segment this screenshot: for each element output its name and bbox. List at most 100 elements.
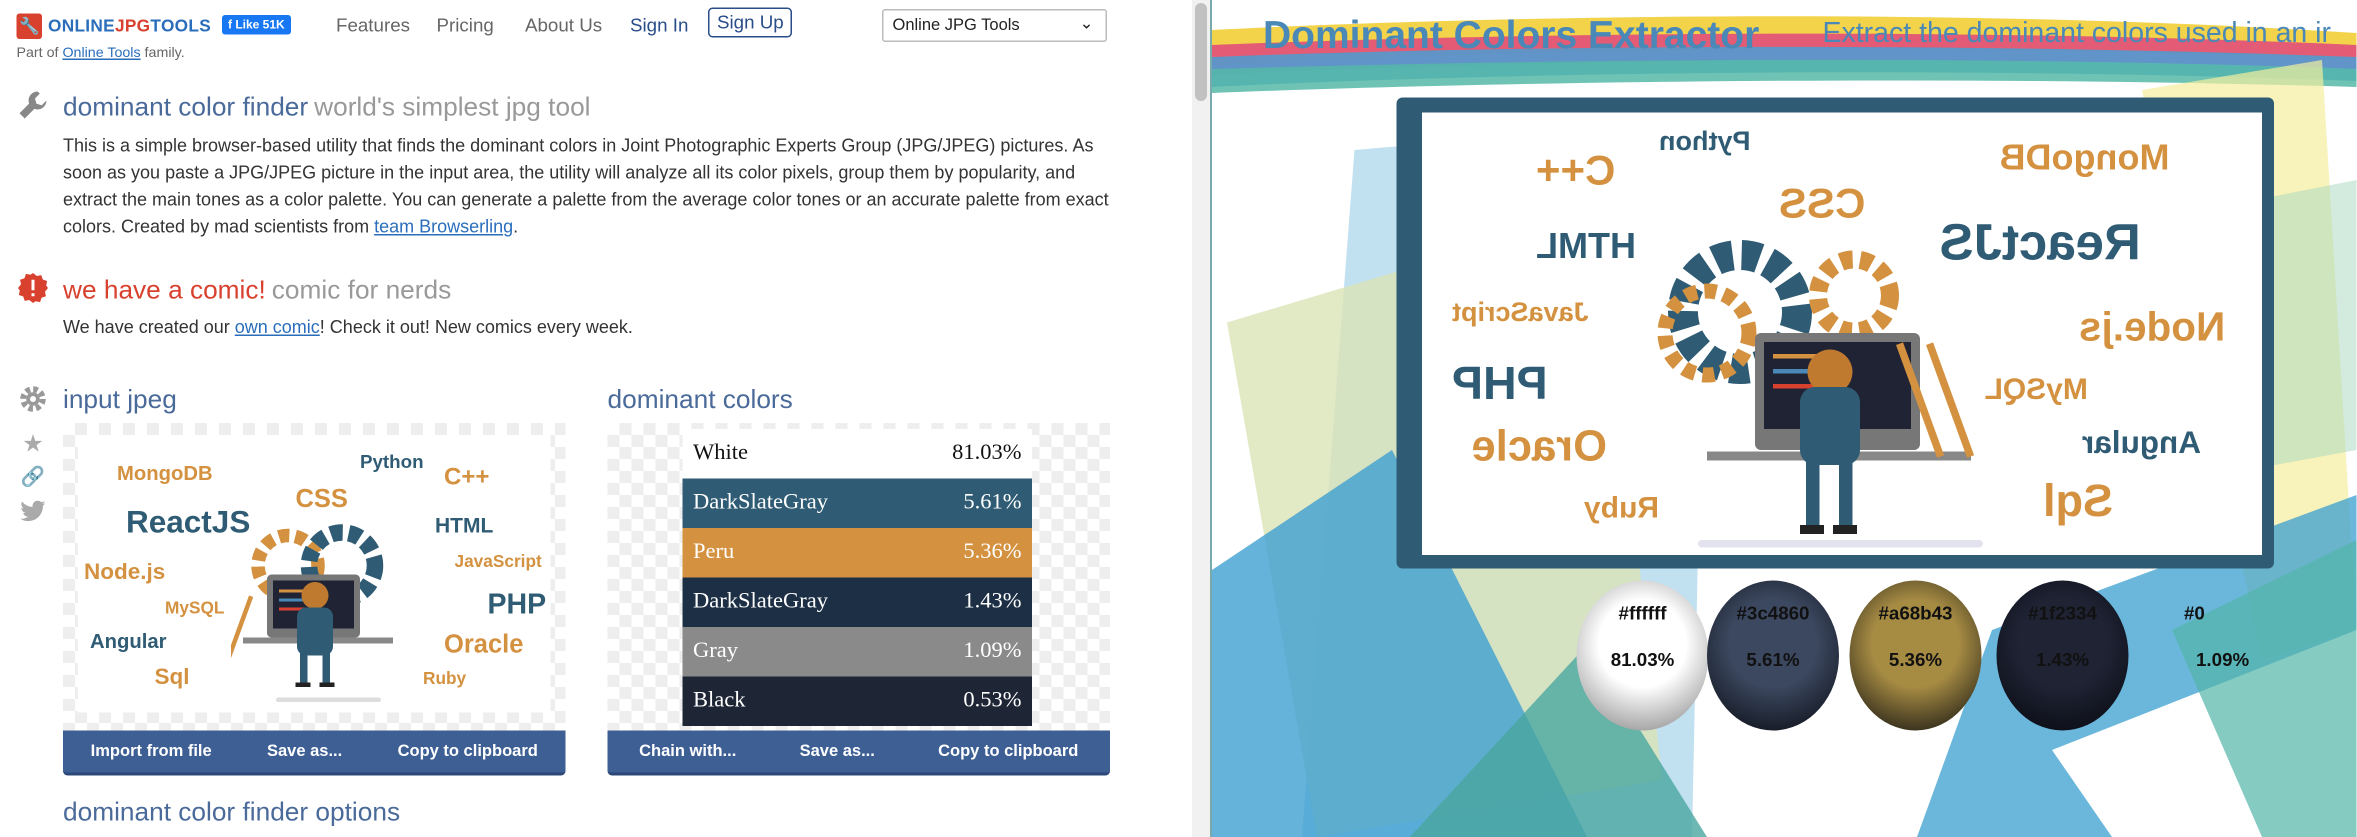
input-image-area[interactable]: Python MongoDB CSS C++ ReactJS HTML Node… bbox=[63, 423, 566, 731]
thumb-word: Ruby bbox=[423, 670, 467, 689]
logo-tools: TOOLS bbox=[150, 17, 212, 36]
mirrored-word: CSS bbox=[1779, 180, 1866, 227]
input-image: Python MongoDB CSS C++ ReactJS HTML Node… bbox=[63, 423, 566, 731]
thumb-word: C++ bbox=[444, 465, 490, 491]
color-name: Black bbox=[693, 688, 746, 713]
thumb-word: HTML bbox=[435, 513, 494, 537]
mirrored-word: Oracle bbox=[1471, 423, 1607, 471]
chevron-down-icon: ⌄ bbox=[1079, 15, 1094, 33]
color-name: DarkSlateGray bbox=[693, 589, 828, 614]
input-panel-title: input jpeg bbox=[63, 384, 177, 414]
color-swatch: #3c4860 5.61% bbox=[1707, 580, 1839, 731]
video-title: Dominant Colors Extractor bbox=[1263, 12, 1760, 57]
thumb-word: MySQL bbox=[165, 600, 225, 618]
link-icon[interactable]: 🔗 bbox=[18, 465, 48, 495]
chain-with-button[interactable]: Chain with... bbox=[639, 743, 736, 761]
color-name: Gray bbox=[693, 639, 738, 663]
team-browserling-link[interactable]: team Browserling bbox=[374, 216, 513, 237]
swatch-percentage: 5.61% bbox=[1746, 649, 1800, 671]
mirrored-word: Angular bbox=[2082, 426, 2202, 461]
swatch-hex: #3c4860 bbox=[1736, 603, 1810, 624]
color-percentage: 0.53% bbox=[963, 688, 1022, 713]
wrench-icon bbox=[17, 89, 50, 122]
scrollbar[interactable] bbox=[1192, 0, 1210, 837]
swatch-percentage: 5.36% bbox=[1888, 649, 1943, 671]
gear-icon[interactable] bbox=[18, 384, 48, 414]
star-icon[interactable]: ★ bbox=[18, 429, 48, 459]
logo-online: ONLINE bbox=[48, 17, 115, 36]
facebook-like-button[interactable]: f Like 51K bbox=[222, 15, 291, 35]
own-comic-link[interactable]: own comic bbox=[235, 317, 320, 338]
twitter-icon[interactable] bbox=[18, 500, 48, 530]
color-row: White 81.03% bbox=[682, 429, 1032, 479]
browser-page: 🔧 ONLINEJPGTOOLS Part of Online Tools fa… bbox=[0, 0, 1212, 837]
color-percentage: 1.09% bbox=[963, 639, 1022, 663]
color-swatch: #1f2334 1.43% bbox=[1996, 580, 2129, 731]
mirrored-word: Python bbox=[1659, 126, 1751, 156]
color-row: Gray 1.09% bbox=[682, 627, 1032, 677]
input-copy-to-clipboard-button[interactable]: Copy to clipboard bbox=[398, 743, 538, 761]
sign-up-button[interactable]: Sign Up bbox=[708, 7, 793, 38]
tool-select[interactable]: Online JPG Tools ⌄ bbox=[882, 9, 1107, 42]
color-name: Peru bbox=[693, 540, 735, 564]
thumb-word: CSS bbox=[295, 484, 348, 514]
mirrored-word: Node.js bbox=[2079, 304, 2226, 350]
color-swatch: #ffffff 81.03% bbox=[1576, 580, 1709, 731]
color-name: White bbox=[693, 441, 748, 465]
options-title: dominant color finder options bbox=[63, 796, 401, 827]
video-frame: Dominant Colors Extractor Extract the do… bbox=[1212, 0, 2357, 837]
logo-jpg: JPG bbox=[114, 17, 151, 36]
color-row: DarkSlateGray 1.43% bbox=[682, 577, 1032, 627]
color-percentage: 81.03% bbox=[952, 441, 1022, 465]
mirrored-word: Ruby bbox=[1584, 492, 1659, 525]
swatch-hex: #ffffff bbox=[1618, 603, 1667, 624]
mirrored-word: Sql bbox=[2043, 477, 2114, 527]
output-toolbar: Chain with... Save as... Copy to clipboa… bbox=[607, 730, 1110, 776]
swatch-percentage: 81.03% bbox=[1610, 649, 1675, 671]
thumb-word: Sql bbox=[154, 664, 190, 691]
mirrored-word: HTML bbox=[1536, 226, 1636, 268]
mirrored-word: MongoDB bbox=[1999, 138, 2170, 179]
swatch-hex: #1f2334 bbox=[2028, 603, 2097, 624]
color-swatch: #a68b43 5.36% bbox=[1849, 580, 1982, 731]
dominant-colors-table: White 81.03% DarkSlateGray 5.61% Peru 5.36% Da… bbox=[682, 429, 1032, 726]
nav-pricing[interactable]: Pricing bbox=[437, 15, 494, 36]
mirrored-word: C++ bbox=[1536, 147, 1616, 194]
thumb-word: PHP bbox=[487, 589, 547, 622]
output-copy-to-clipboard-button[interactable]: Copy to clipboard bbox=[938, 743, 1078, 761]
video-subtitle: Extract the dominant colors used in an i… bbox=[1822, 18, 2332, 50]
input-save-as-button[interactable]: Save as... bbox=[267, 743, 342, 761]
tagline: Part of Online Tools family. bbox=[16, 45, 185, 62]
intro-description: This is a simple browser-based utility t… bbox=[63, 135, 1109, 237]
thumb-word: MongoDB bbox=[117, 462, 213, 485]
color-row: Black 0.53% bbox=[682, 676, 1032, 726]
thumb-word: Oracle bbox=[444, 630, 524, 659]
mirrored-word: MySQL bbox=[1984, 373, 2088, 407]
swatch-percentage: 1.43% bbox=[2035, 649, 2090, 671]
thumb-word: Python bbox=[360, 451, 424, 473]
input-toolbar: Import from file Save as... Copy to clip… bbox=[63, 730, 566, 776]
color-row: DarkSlateGray 5.61% bbox=[682, 478, 1032, 528]
scrollbar-thumb[interactable] bbox=[1195, 3, 1207, 101]
alert-icon bbox=[17, 272, 50, 305]
color-name: DarkSlateGray bbox=[693, 490, 828, 515]
swatch-hex: #a68b43 bbox=[1878, 603, 1953, 624]
mirrored-word: PHP bbox=[1452, 357, 1548, 410]
nav-features[interactable]: Features bbox=[336, 15, 410, 36]
thumb-word: JavaScript bbox=[454, 553, 542, 572]
site-logo[interactable]: 🔧 ONLINEJPGTOOLS bbox=[16, 13, 212, 39]
thumb-word: Angular bbox=[90, 630, 167, 653]
online-tools-link[interactable]: Online Tools bbox=[62, 45, 140, 62]
color-swatch: #0 1.09% bbox=[2129, 581, 2261, 731]
import-from-file-button[interactable]: Import from file bbox=[91, 743, 212, 761]
output-panel-title: dominant colors bbox=[607, 384, 793, 414]
nav-sign-in[interactable]: Sign In bbox=[630, 15, 688, 36]
color-percentage: 5.36% bbox=[963, 540, 1022, 564]
facebook-icon: f bbox=[228, 18, 236, 32]
color-percentage: 5.61% bbox=[963, 490, 1022, 515]
output-save-as-button[interactable]: Save as... bbox=[800, 743, 875, 761]
swatch-hex: #0 bbox=[2184, 603, 2205, 624]
color-row: Peru 5.36% bbox=[682, 528, 1032, 578]
nav-about-us[interactable]: About Us bbox=[525, 15, 602, 36]
thumb-word: Node.js bbox=[84, 559, 166, 586]
